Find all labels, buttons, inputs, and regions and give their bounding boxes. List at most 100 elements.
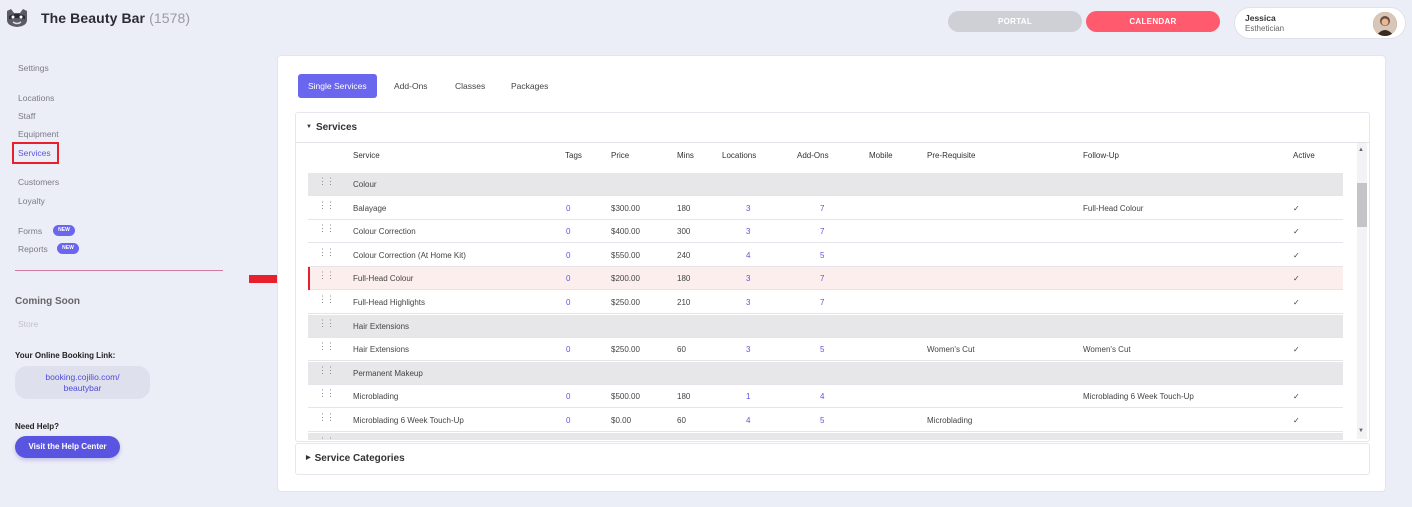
caret-right-icon: ▶ [306, 455, 311, 461]
booking-link[interactable]: booking.cojilio.com/ beautybar [15, 366, 150, 399]
caret-down-icon: ▼ [306, 124, 312, 130]
col-header-active[interactable]: Active [1293, 151, 1315, 160]
sidebar-item-locations[interactable]: Locations [18, 93, 54, 103]
calendar-button[interactable]: CALENDAR [1086, 11, 1220, 32]
col-header-pre-requisite[interactable]: Pre-Requisite [927, 151, 975, 160]
category-row[interactable]: ⋮⋮ Colour [308, 173, 1343, 196]
cell-add-ons[interactable]: 7 [820, 298, 824, 307]
category-name: Colour [353, 180, 377, 189]
cell-locations[interactable]: 3 [746, 298, 750, 307]
category-row[interactable]: ⋮⋮ Hair Extensions [308, 314, 1343, 338]
cell-tags[interactable]: 0 [566, 227, 570, 236]
col-header-mins[interactable]: Mins [677, 151, 694, 160]
cell-add-ons[interactable]: 5 [820, 416, 824, 425]
drag-handle-icon[interactable]: ⋮⋮ [318, 177, 335, 186]
drag-handle-icon[interactable]: ⋮⋮ [318, 200, 335, 209]
cell-add-ons[interactable]: 7 [820, 274, 824, 283]
portal-button[interactable]: PORTAL [948, 11, 1082, 32]
cell-tags[interactable]: 0 [566, 345, 570, 354]
cell-tags[interactable]: 0 [566, 392, 570, 401]
col-header-mobile[interactable]: Mobile [869, 151, 893, 160]
cell-mins: 180 [677, 203, 691, 213]
services-section-header[interactable]: ▼ Services [306, 122, 357, 133]
col-header-locations[interactable]: Locations [722, 151, 756, 160]
cell-locations[interactable]: 3 [746, 345, 750, 354]
cell-price: $250.00 [611, 298, 640, 307]
cell-service: Colour Correction [353, 227, 416, 237]
category-row[interactable]: ⋮⋮ [308, 432, 1343, 440]
cell-tags[interactable]: 0 [566, 251, 570, 260]
service-categories-section: ▶ Service Categories [295, 443, 1370, 475]
drag-handle-icon[interactable]: ⋮⋮ [318, 295, 335, 304]
cell-add-ons[interactable]: 5 [820, 251, 824, 260]
drag-handle-icon[interactable]: ⋮⋮ [318, 247, 335, 256]
cell-locations[interactable]: 4 [746, 416, 750, 425]
cell-add-ons[interactable]: 4 [820, 392, 824, 401]
category-row[interactable]: ⋮⋮ Permanent Makeup [308, 361, 1343, 385]
sidebar-item-forms[interactable]: Forms [18, 226, 42, 236]
drag-handle-icon[interactable]: ⋮⋮ [318, 413, 335, 422]
sidebar-item-reports[interactable]: Reports [18, 244, 48, 254]
cell-tags[interactable]: 0 [566, 298, 570, 307]
user-menu[interactable]: Jessica Esthetician [1234, 7, 1406, 39]
cell-add-ons[interactable]: 7 [820, 227, 824, 236]
drag-handle-icon[interactable]: ⋮⋮ [318, 271, 335, 280]
cell-locations[interactable]: 3 [746, 204, 750, 213]
drag-handle-icon[interactable]: ⋮⋮ [318, 342, 335, 351]
new-badge: NEW [57, 243, 79, 254]
cell-service: Hair Extensions [353, 345, 410, 355]
table-row[interactable]: ⋮⋮ Full-Head Highlights 0 $250.00 210 3 7 ✓ [308, 291, 1343, 314]
drag-handle-icon[interactable]: ⋮⋮ [318, 318, 335, 327]
drag-handle-icon[interactable]: ⋮⋮ [318, 224, 335, 233]
drag-handle-icon[interactable]: ⋮⋮ [318, 389, 335, 398]
cell-add-ons[interactable]: 7 [820, 204, 824, 213]
col-header-service[interactable]: Service [353, 151, 380, 160]
tab-add-ons[interactable]: Add-Ons [394, 74, 428, 98]
scroll-up-icon[interactable]: ▲ [1358, 147, 1364, 153]
table-row[interactable]: ⋮⋮ Full-Head Colour 0 $200.00 180 3 7 ✓ [308, 267, 1343, 291]
table-row[interactable]: ⋮⋮ Colour Correction 0 $400.00 300 3 7 ✓ [308, 220, 1343, 244]
cell-active: ✓ [1293, 392, 1300, 402]
cell-pre-requisite: Microblading [927, 416, 973, 425]
cell-service: Full-Head Highlights [353, 298, 426, 307]
cell-tags[interactable]: 0 [566, 274, 570, 283]
sidebar-item-staff[interactable]: Staff [18, 111, 35, 121]
table-row[interactable]: ⋮⋮ Microblading 0 $500.00 180 1 4 Microblading … [308, 385, 1343, 409]
col-header-tags[interactable]: Tags [565, 151, 582, 160]
cell-locations[interactable]: 4 [746, 251, 750, 260]
service-categories-header[interactable]: ▶ Service Categories [306, 453, 405, 464]
section-divider [296, 142, 1369, 143]
booking-link-line1: booking.cojilio.com/ [45, 372, 120, 382]
scroll-down-icon[interactable]: ▼ [1358, 428, 1364, 434]
cell-tags[interactable]: 0 [566, 416, 570, 425]
tab-classes[interactable]: Classes [455, 74, 485, 98]
service-categories-title: Service Categories [314, 453, 405, 464]
cell-locations[interactable]: 3 [746, 274, 750, 283]
table-scrollbar[interactable]: ▲ ▼ [1355, 143, 1367, 439]
sidebar-item-loyalty[interactable]: Loyalty [18, 196, 45, 206]
help-center-button[interactable]: Visit the Help Center [15, 436, 120, 458]
cell-add-ons[interactable]: 5 [820, 345, 824, 354]
cell-follow-up: Full-Head Colour [1083, 203, 1144, 213]
cell-active: ✓ [1293, 345, 1300, 355]
tab-single-services[interactable]: Single Services [298, 74, 377, 98]
scrollbar-thumb[interactable] [1357, 183, 1367, 227]
table-row[interactable]: ⋮⋮ Microblading 6 Week Touch-Up 0 $0.00 60 4 5… [308, 409, 1343, 432]
cell-locations[interactable]: 1 [746, 392, 750, 401]
tab-packages[interactable]: Packages [511, 74, 548, 98]
table-row[interactable]: ⋮⋮ Balayage 0 $300.00 180 3 7 Full-Head Colour ✓ [308, 197, 1343, 220]
cell-locations[interactable]: 3 [746, 227, 750, 236]
sidebar-item-equipment[interactable]: Equipment [18, 129, 59, 139]
cell-service: Colour Correction (At Home Kit) [353, 250, 466, 260]
col-header-price[interactable]: Price [611, 151, 629, 160]
table-row[interactable]: ⋮⋮ Colour Correction (At Home Kit) 0 $550.0… [308, 244, 1343, 267]
cell-tags[interactable]: 0 [566, 204, 570, 213]
col-header-follow-up[interactable]: Follow-Up [1083, 151, 1119, 160]
drag-handle-icon[interactable]: ⋮⋮ [318, 365, 335, 374]
table-row[interactable]: ⋮⋮ Hair Extensions 0 $250.00 60 3 5 Women's Cut… [308, 338, 1343, 362]
sidebar-item-settings[interactable]: Settings [18, 63, 49, 73]
drag-handle-icon[interactable]: ⋮⋮ [318, 436, 335, 440]
cell-pre-requisite: Women's Cut [927, 345, 975, 355]
sidebar-item-customers[interactable]: Customers [18, 177, 59, 187]
col-header-add-ons[interactable]: Add-Ons [797, 151, 829, 160]
